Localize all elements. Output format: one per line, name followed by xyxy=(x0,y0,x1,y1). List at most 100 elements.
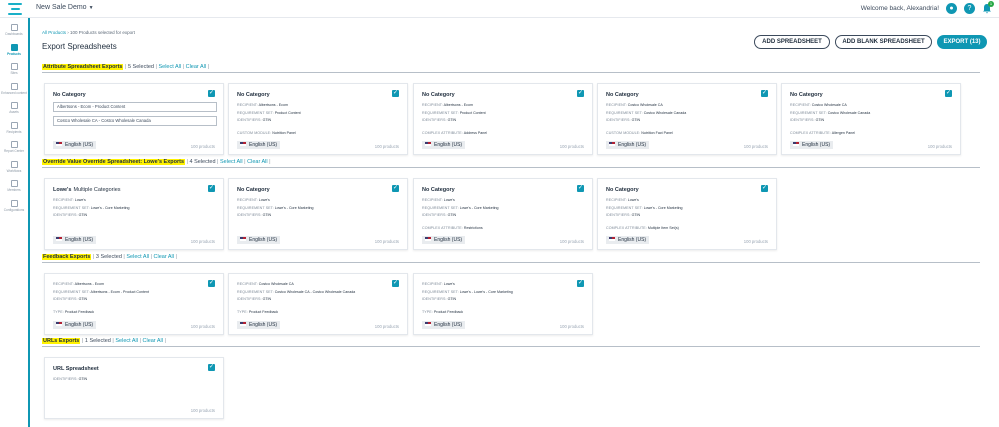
export-card[interactable]: Lowe's Multiple Categories ✓ RECIPIENT: Low… xyxy=(44,178,224,250)
export-card[interactable]: No Category ✓ RECIPIENT: Albertsons - Ecom… xyxy=(228,83,408,155)
section-title: Feedback Exports xyxy=(42,254,92,260)
card-meta-row: IDENTIFIERS: GTIN xyxy=(606,213,640,217)
user-avatar-icon[interactable]: ● xyxy=(946,3,957,14)
select-all-link[interactable]: Select All xyxy=(220,159,243,165)
products-icon xyxy=(10,43,18,51)
separator: | xyxy=(123,254,125,260)
card-checkbox[interactable]: ✓ xyxy=(208,185,215,192)
meta-value: Costco Wholesale CA - Costco Wholesale C… xyxy=(274,289,356,294)
export-card[interactable]: No Category ✓ RECIPIENT: Albertsons - Ecom… xyxy=(413,83,593,155)
sidebar-item-enhanced-content[interactable]: Enhanced content xyxy=(0,82,28,102)
export-card[interactable]: No Category ✓ RECIPIENT: Lowe's REQUIREMENT… xyxy=(413,178,593,250)
export-card[interactable]: ✓ RECIPIENT: Lowe's REQUIREMENT SET: Lowe'… xyxy=(413,273,593,335)
select-all-link[interactable]: Select All xyxy=(126,254,149,260)
card-meta-row: REQUIREMENT SET: Lowe's - Core Marketing xyxy=(422,206,499,210)
export-card[interactable]: ✓ RECIPIENT: Costco Wholesale CA REQUIREME… xyxy=(228,273,408,335)
card-meta-row: TYPE: Product Feedback xyxy=(53,310,94,314)
sidebar-item-assets[interactable]: Assets xyxy=(0,102,28,121)
clear-all-link[interactable]: Clear All xyxy=(154,254,174,260)
export-button[interactable]: EXPORT (13) xyxy=(937,35,987,49)
sidebar-item-label: Enhanced content xyxy=(1,90,27,95)
meta-value: Lowe's xyxy=(443,198,455,202)
meta-value: Lowe's - Core Marketing xyxy=(274,205,314,210)
breadcrumb-all-products-link[interactable]: All Products xyxy=(42,30,66,35)
section-header: URLs Exports | 1 Selected | Select All |… xyxy=(42,338,166,344)
language-chip: English (US) xyxy=(237,141,281,149)
meta-value: GTIN xyxy=(631,213,641,217)
card-meta-row: REQUIREMENT SET: Product Content xyxy=(237,111,301,115)
separator: | xyxy=(112,338,114,344)
card-checkbox[interactable]: ✓ xyxy=(761,185,768,192)
report-center-icon xyxy=(10,141,18,148)
separator: | xyxy=(207,64,210,70)
meta-key: REQUIREMENT SET: xyxy=(53,205,90,210)
add-spreadsheet-button[interactable]: ADD SPREADSHEET xyxy=(754,35,830,49)
sidebar-item-configurations[interactable]: Configurations xyxy=(0,199,28,219)
clear-all-link[interactable]: Clear All xyxy=(143,338,163,344)
select-all-link[interactable]: Select All xyxy=(115,338,138,344)
breadcrumb: All Products › 100 Products selected for… xyxy=(42,30,135,35)
card-checkbox[interactable]: ✓ xyxy=(577,185,584,192)
section-divider xyxy=(42,346,980,347)
product-count: 100 products xyxy=(190,239,215,244)
meta-key: RECIPIENT: xyxy=(237,282,258,286)
app-logo-icon[interactable] xyxy=(8,3,22,15)
sites-icon xyxy=(10,63,18,70)
sidebar-item-products[interactable]: Products xyxy=(0,43,28,63)
export-card[interactable]: No Category ✓ Albertsons - Ecom - Product … xyxy=(44,83,224,155)
meta-key: REQUIREMENT SET: xyxy=(790,110,827,115)
card-title-text: No Category xyxy=(606,187,639,193)
sidebar-item-members[interactable]: Members xyxy=(0,180,28,199)
meta-key: IDENTIFIERS: xyxy=(53,213,78,217)
card-checkbox[interactable]: ✓ xyxy=(577,90,584,97)
export-card[interactable]: URL Spreadsheet ✓ IDENTIFIERS: GTIN 100 pro… xyxy=(44,357,224,419)
add-blank-spreadsheet-button[interactable]: ADD BLANK SPREADSHEET xyxy=(835,35,932,49)
export-card[interactable]: No Category ✓ RECIPIENT: Lowe's REQUIREMENT… xyxy=(228,178,408,250)
export-card[interactable]: No Category ✓ RECIPIENT: Costco Wholesale … xyxy=(781,83,961,155)
language-label: English (US) xyxy=(434,237,463,243)
clear-all-link[interactable]: Clear All xyxy=(186,64,206,70)
meta-value: GTIN xyxy=(262,118,272,122)
us-flag-icon xyxy=(793,142,799,146)
clear-all-link[interactable]: Clear All xyxy=(247,159,267,165)
card-checkbox[interactable]: ✓ xyxy=(392,280,399,287)
sidebar-item-report-center[interactable]: Report Center xyxy=(0,141,28,160)
card-meta-row: RECIPIENT: Lowe's xyxy=(606,198,639,202)
language-chip: English (US) xyxy=(606,141,650,149)
meta-value: GTIN xyxy=(447,118,457,122)
card-checkbox[interactable]: ✓ xyxy=(392,90,399,97)
card-checkbox[interactable]: ✓ xyxy=(208,90,215,97)
meta-key: TYPE: xyxy=(53,309,64,314)
meta-key: REQUIREMENT SET: xyxy=(237,110,274,115)
sidebar-item-workflows[interactable]: Workflows xyxy=(0,160,28,180)
app-switcher[interactable]: New Sale Demo ▼ xyxy=(36,4,94,11)
selected-count: 1 Selected xyxy=(84,338,111,344)
card-checkbox[interactable]: ✓ xyxy=(208,280,215,287)
meta-value: Lowe's - Lowe's - Core Marketing xyxy=(459,289,513,294)
export-card[interactable]: No Category ✓ RECIPIENT: Lowe's REQUIREMENT… xyxy=(597,178,777,250)
sidebar-item-label: Configurations xyxy=(3,207,25,212)
card-checkbox[interactable]: ✓ xyxy=(761,90,768,97)
section-divider xyxy=(42,72,980,73)
separator: | xyxy=(186,159,188,165)
card-checkbox[interactable]: ✓ xyxy=(208,364,215,371)
card-checkbox[interactable]: ✓ xyxy=(392,185,399,192)
card-meta-row: CUSTOM MODULE: Nutrition Fact Panel xyxy=(606,131,673,135)
export-card[interactable]: No Category ✓ RECIPIENT: Costco Wholesale … xyxy=(597,83,777,155)
sidebar-item-dashboards[interactable]: Dashboards xyxy=(0,24,28,43)
separator: | xyxy=(269,159,271,165)
card-select-field[interactable]: Costco Wholesale CA - Costco Wholesale C… xyxy=(53,116,217,126)
card-meta-row: RECIPIENT: Albertsons - Ecom xyxy=(422,103,473,107)
card-title-text: No Category xyxy=(53,92,86,98)
sidebar-item-recipients[interactable]: Recipients xyxy=(0,121,28,141)
export-card[interactable]: ✓ RECIPIENT: Albertsons - Ecom REQUIREMENT… xyxy=(44,273,224,335)
meta-value: Nutrition Fact Panel xyxy=(641,130,673,135)
select-all-link[interactable]: Select All xyxy=(158,64,181,70)
card-checkbox[interactable]: ✓ xyxy=(945,90,952,97)
card-checkbox[interactable]: ✓ xyxy=(577,280,584,287)
card-select-field[interactable]: Albertsons - Ecom - Product Content xyxy=(53,102,217,112)
sidebar-item-sites[interactable]: Sites xyxy=(0,63,28,82)
help-icon[interactable]: ? xyxy=(964,3,975,14)
sidebar-item-label: Members xyxy=(7,188,21,192)
top-bar: New Sale Demo ▼ Welcome back, Alexandria!… xyxy=(0,0,999,18)
